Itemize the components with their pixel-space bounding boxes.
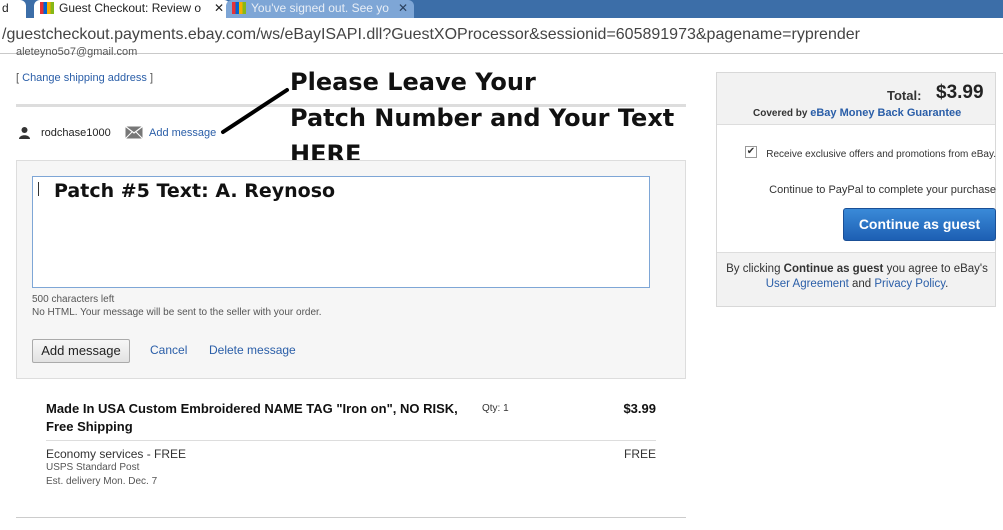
item-price: $3.99 — [623, 401, 656, 416]
annotation-text: Please Leave Your Patch Number and Your … — [290, 64, 680, 172]
paypal-note: Continue to PayPal to complete your purc… — [769, 184, 996, 196]
estimated-delivery: Est. delivery Mon. Dec. 7 — [46, 476, 158, 487]
item-quantity: Qty: 1 — [482, 403, 509, 414]
divider — [16, 517, 686, 518]
tab-close-icon[interactable]: ✕ — [398, 1, 408, 15]
terms-part: and — [852, 278, 872, 290]
continue-as-guest-button[interactable]: Continue as guest — [843, 208, 996, 241]
total-value: $3.99 — [936, 82, 984, 103]
bracket: ] — [149, 72, 154, 84]
money-back-guarantee-link[interactable]: eBay Money Back Guarantee — [810, 107, 961, 119]
browser-tab[interactable]: You've signed out. See yo ✕ — [226, 0, 414, 18]
ebay-favicon-icon — [40, 2, 54, 14]
offers-label: Receive exclusive offers and promotions … — [766, 149, 996, 160]
username: rodchase1000 — [41, 127, 111, 139]
message-textarea-value[interactable]: Patch #5 Text: A. Reynoso — [54, 180, 335, 202]
offers-checkbox[interactable]: ✔ — [745, 146, 757, 158]
annotation-line: Please Leave Your — [290, 68, 536, 96]
browser-tab[interactable]: d — [0, 0, 26, 18]
divider — [46, 440, 656, 441]
annotation-arrow — [221, 88, 289, 134]
change-shipping-wrapper: [ Change shipping address ] — [16, 72, 153, 84]
shipping-method: USPS Standard Post — [46, 462, 140, 473]
terms-bold: Continue as guest — [783, 263, 884, 275]
shipping-price: FREE — [623, 447, 656, 461]
message-note: No HTML. Your message will be sent to th… — [32, 307, 322, 318]
browser-tab-bar: d Guest Checkout: Review o ✕ You've sign… — [0, 0, 1003, 18]
terms-part: . — [945, 278, 949, 290]
terms-text: By clicking Continue as guest you agree … — [722, 262, 992, 292]
annotation-line: Patch Number and Your Text — [290, 104, 675, 132]
delete-message-link[interactable]: Delete message — [209, 343, 296, 357]
item-title[interactable]: Made In USA Custom Embroidered NAME TAG … — [46, 400, 466, 436]
envelope-icon[interactable] — [125, 126, 143, 139]
money-back-guarantee: Covered by eBay Money Back Guarantee — [753, 107, 961, 119]
tab-close-icon[interactable]: ✕ — [214, 1, 224, 15]
tab-title: Guest Checkout: Review o — [59, 1, 202, 15]
user-icon — [19, 127, 30, 139]
total-label: Total: — [887, 88, 922, 103]
url-text[interactable]: /guestcheckout.payments.ebay.com/ws/eBay… — [2, 26, 860, 44]
terms-part: By clicking — [726, 263, 781, 275]
cancel-link[interactable]: Cancel — [150, 343, 187, 357]
tab-title: You've signed out. See yo — [251, 1, 389, 15]
text-caret — [38, 182, 39, 196]
covered-prefix: Covered by — [753, 108, 808, 119]
add-message-button[interactable]: Add message — [32, 339, 130, 363]
address-bar[interactable]: /guestcheckout.payments.ebay.com/ws/eBay… — [0, 18, 1003, 54]
user-agreement-link[interactable]: User Agreement — [766, 278, 849, 290]
terms-part: you agree to eBay's — [886, 263, 988, 275]
add-message-link[interactable]: Add message — [149, 127, 216, 139]
privacy-policy-link[interactable]: Privacy Policy — [874, 278, 945, 290]
ebay-favicon-icon — [232, 2, 246, 14]
shipping-service: Economy services - FREE — [46, 447, 187, 461]
characters-left: 500 characters left — [32, 294, 115, 305]
shipping-email: aleteyno5o7@gmail.com — [16, 46, 138, 58]
change-shipping-address-link[interactable]: Change shipping address — [22, 72, 147, 84]
tab-title: d — [2, 1, 9, 15]
bracket: [ — [16, 72, 20, 84]
browser-tab-active[interactable]: Guest Checkout: Review o ✕ — [34, 0, 230, 18]
